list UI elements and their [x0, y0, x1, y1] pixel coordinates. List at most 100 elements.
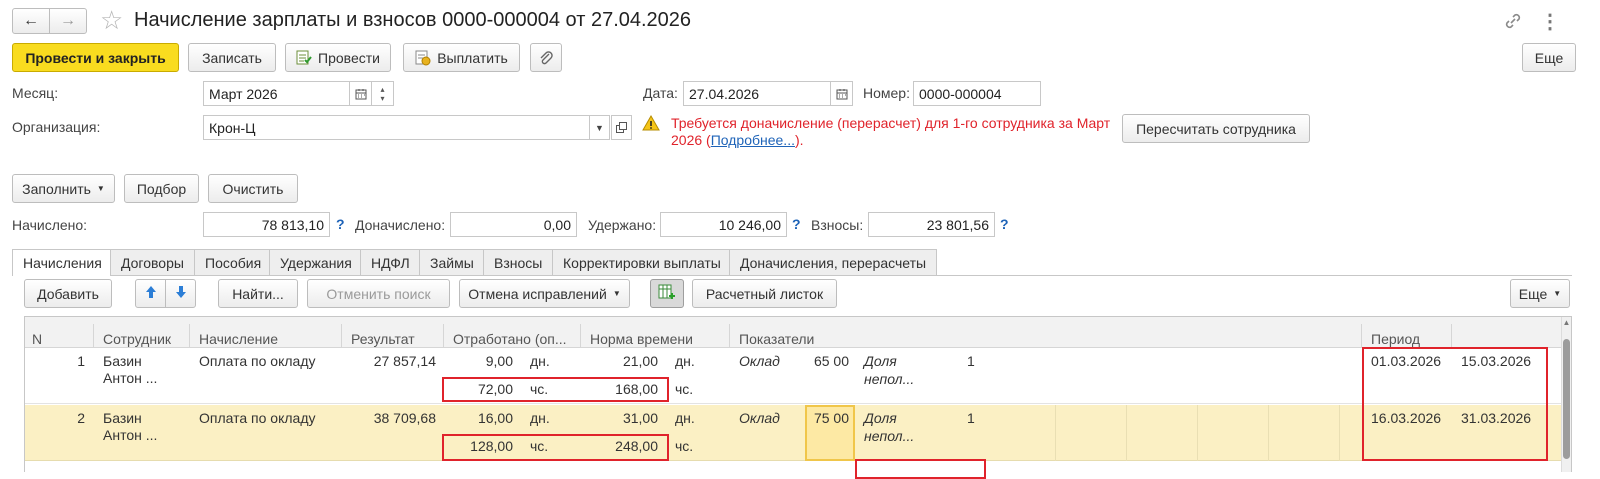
- organization-dropdown-button[interactable]: ▼: [589, 115, 610, 140]
- post-button[interactable]: Провести: [285, 43, 391, 72]
- pick-button[interactable]: Подбор: [124, 174, 199, 203]
- col-header-employee[interactable]: Сотрудник: [103, 331, 171, 347]
- more-button[interactable]: Еще: [1522, 43, 1576, 72]
- row-norm-days-unit: дн.: [675, 353, 695, 369]
- arrow-down-icon: [175, 285, 187, 302]
- withheld-help-icon[interactable]: ?: [792, 216, 801, 232]
- tab-ndfl[interactable]: НДФЛ: [360, 249, 420, 275]
- open-form-icon: [616, 122, 627, 133]
- month-value: Март 2026: [209, 85, 278, 102]
- month-field[interactable]: Март 2026: [203, 81, 350, 106]
- row-share-value[interactable]: 1: [967, 353, 975, 369]
- calendar-icon: [355, 88, 367, 100]
- row-worked-days: 9,00: [485, 353, 513, 369]
- withheld-value: 10 246,00: [718, 216, 781, 233]
- row-employee-line2: Антон ...: [103, 370, 158, 386]
- number-field[interactable]: 0000-000004: [913, 81, 1041, 106]
- extra-accrued-field: 0,00: [450, 212, 577, 237]
- table-more-button[interactable]: Еще ▼: [1510, 279, 1570, 308]
- row-number: 2: [77, 410, 85, 426]
- month-spinner[interactable]: ▴ ▾: [371, 81, 394, 106]
- post-and-close-button[interactable]: Провести и закрыть: [12, 43, 179, 72]
- month-calendar-button[interactable]: [349, 81, 372, 106]
- post-icon: [296, 50, 312, 66]
- payslip-button[interactable]: Расчетный листок: [692, 279, 837, 308]
- cancel-corrections-button[interactable]: Отмена исправлений ▼: [459, 279, 630, 308]
- attach-button[interactable]: [530, 43, 562, 72]
- arrow-right-icon: →: [60, 12, 76, 29]
- caret-down-icon: ▼: [612, 289, 621, 298]
- tab-recalculations[interactable]: Доначисления, перерасчеты: [729, 249, 937, 275]
- row-norm-days: 31,00: [622, 410, 658, 426]
- move-down-button[interactable]: [165, 279, 196, 308]
- spinner-up-icon[interactable]: ▴: [380, 85, 384, 94]
- col-header-indicators[interactable]: Показатели: [739, 331, 814, 347]
- find-button[interactable]: Найти...: [218, 279, 298, 308]
- col-header-result[interactable]: Результат: [351, 331, 415, 347]
- recalc-employee-button[interactable]: Пересчитать сотрудника: [1122, 114, 1310, 143]
- date-calendar-button[interactable]: [830, 81, 853, 106]
- row-worked-days-unit: дн.: [530, 353, 550, 369]
- spinner-down-icon[interactable]: ▾: [380, 94, 384, 103]
- calendar-icon: [836, 88, 848, 100]
- warning-text-line1: Требуется доначисление (перерасчет) для …: [671, 115, 1111, 131]
- indicators-toggle-button[interactable]: [650, 279, 684, 308]
- tab-deductions[interactable]: Удержания: [269, 249, 361, 275]
- date-label: Дата:: [643, 85, 678, 101]
- col-header-period[interactable]: Период: [1371, 331, 1420, 347]
- row-share-value[interactable]: 1: [967, 410, 975, 426]
- organization-field[interactable]: Крон-Ц: [203, 115, 590, 140]
- page-title: Начисление зарплаты и взносов 0000-00000…: [134, 9, 692, 31]
- col-header-norm[interactable]: Норма времени: [590, 331, 693, 347]
- accrued-field: 78 813,10: [203, 212, 330, 237]
- col-header-worked[interactable]: Отработано (оп...: [453, 331, 567, 347]
- recalc-warning: Требуется доначисление (перерасчет) для …: [671, 115, 1110, 149]
- details-link[interactable]: Подробнее...: [711, 132, 795, 148]
- tab-benefits[interactable]: Пособия: [194, 249, 270, 275]
- kebab-menu-icon[interactable]: ⋮: [1540, 9, 1560, 34]
- tab-accruals[interactable]: Начисления: [12, 249, 111, 276]
- tab-contracts[interactable]: Договоры: [110, 249, 195, 275]
- row-norm-hours-unit: чс.: [675, 381, 694, 397]
- contributions-help-icon[interactable]: ?: [1000, 216, 1009, 232]
- tab-payment-corrections[interactable]: Корректировки выплаты: [552, 249, 730, 275]
- forward-button[interactable]: →: [49, 8, 87, 34]
- scrollbar-up-arrow[interactable]: ▲: [1562, 317, 1571, 329]
- pay-button[interactable]: Выплатить: [403, 43, 520, 72]
- row-norm-hours-unit: чс.: [675, 438, 694, 454]
- cancel-search-button[interactable]: Отменить поиск: [307, 279, 450, 308]
- add-row-button[interactable]: Добавить: [24, 279, 112, 308]
- warning-text-suffix: ).: [794, 132, 804, 148]
- move-up-button[interactable]: [135, 279, 166, 308]
- pay-icon: [415, 50, 431, 66]
- row-accrual: Оплата по окладу: [199, 410, 316, 426]
- date-field[interactable]: 27.04.2026: [683, 81, 831, 106]
- pay-label: Выплатить: [437, 49, 508, 66]
- extra-accrued-label: Доначислено:: [355, 217, 446, 233]
- col-header-accrual[interactable]: Начисление: [199, 331, 278, 347]
- caret-down-icon: ▼: [96, 184, 105, 193]
- highlight-hours-box: [442, 377, 669, 402]
- row-accrual: Оплата по окладу: [199, 353, 316, 369]
- accrued-value: 78 813,10: [261, 216, 324, 233]
- table-scrollbar[interactable]: ▲: [1561, 317, 1571, 472]
- accrued-help-icon[interactable]: ?: [336, 216, 345, 232]
- accrued-label: Начислено:: [12, 217, 88, 233]
- row-share-line2: непол...: [864, 428, 915, 444]
- organization-open-button[interactable]: [611, 115, 632, 140]
- fill-button[interactable]: Заполнить ▼: [12, 174, 115, 203]
- highlight-hours-box: [442, 434, 669, 461]
- row-indicator-value[interactable]: 75 00: [804, 410, 849, 426]
- row-employee-line1: Базин: [103, 353, 142, 369]
- clear-button[interactable]: Очистить: [208, 174, 298, 203]
- tab-loans[interactable]: Займы: [419, 249, 484, 275]
- link-icon[interactable]: [1503, 11, 1523, 31]
- tab-contributions[interactable]: Взносы: [483, 249, 553, 275]
- col-header-n[interactable]: N: [32, 331, 42, 347]
- scrollbar-thumb[interactable]: [1563, 339, 1570, 459]
- save-button[interactable]: Записать: [188, 43, 276, 72]
- back-button[interactable]: ←: [12, 8, 50, 34]
- row-indicator-value[interactable]: 65 00: [804, 353, 849, 369]
- favorite-star-icon[interactable]: ☆: [100, 5, 123, 36]
- date-value: 27.04.2026: [689, 85, 760, 102]
